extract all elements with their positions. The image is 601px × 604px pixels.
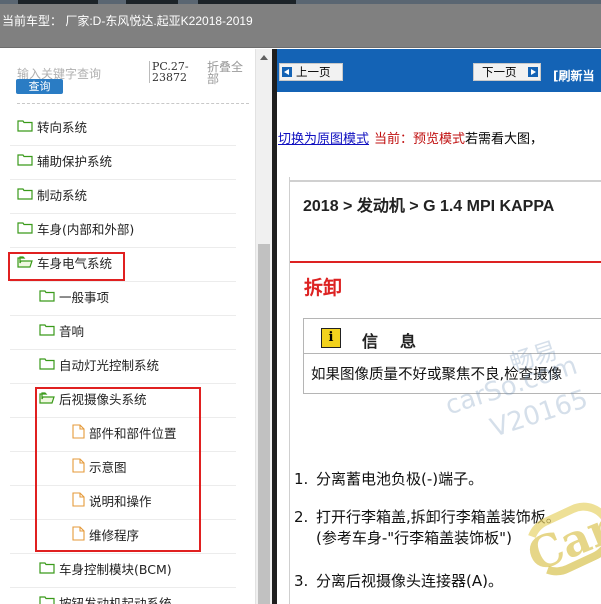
tree-row-separator (10, 553, 236, 554)
prev-page-button[interactable]: 上一页 (279, 63, 343, 81)
folder-closed-icon (39, 323, 55, 339)
tree-item-label: 按钮发动机起动系统 (59, 596, 172, 604)
current-vehicle-title: 当前车型： 厂家:D-东风悦达.起亚K22018-2019 (2, 14, 253, 28)
content-panel: 上一页 下一页 [刷新当 切换为原图模式 当前：预览模式若需看大图， 2018 >… (277, 49, 601, 604)
content-toolbar: 上一页 下一页 [刷新当 (277, 49, 601, 92)
tree-item[interactable]: 辅助保护系统 (17, 151, 112, 175)
next-page-label: 下一页 (482, 65, 517, 79)
search-divider (17, 103, 249, 104)
arrow-right-icon (528, 67, 538, 77)
arrow-left-icon (282, 67, 292, 77)
step-number: 2. (294, 508, 309, 526)
tree-item-label: 辅助保护系统 (37, 154, 113, 169)
step-number: 3. (294, 572, 309, 590)
tree-item[interactable]: 自动灯光控制系统 (39, 355, 159, 379)
tree-item[interactable]: 音响 (39, 321, 84, 345)
tree-item[interactable]: 车身(内部和外部) (17, 219, 134, 243)
next-page-button[interactable]: 下一页 (473, 63, 541, 81)
app-header: 当前车型： 厂家:D-东风悦达.起亚K22018-2019 (0, 4, 601, 48)
tree-row-separator (10, 587, 236, 588)
info-text: 如果图像质量不好或聚焦不良,检查摄像 (311, 367, 563, 383)
tree-row-separator (10, 383, 236, 384)
highlight-rear-camera (35, 387, 201, 552)
info-box-body: 如果图像质量不好或聚焦不良,检查摄像 (303, 354, 601, 394)
switch-original-mode-link[interactable]: 切换为原图模式 (278, 132, 369, 147)
tree-row-separator (10, 145, 236, 146)
folder-closed-icon (17, 153, 33, 169)
tree-row-separator (10, 281, 236, 282)
folder-closed-icon (17, 119, 33, 135)
info-icon: i (321, 328, 341, 348)
folder-closed-icon (39, 595, 55, 604)
tree-item[interactable]: 转向系统 (17, 117, 87, 141)
tree-item-label: 制动系统 (37, 188, 88, 203)
view-mode-line: 切换为原图模式 当前：预览模式若需看大图， (278, 128, 543, 147)
tree-scrollbar[interactable] (255, 49, 272, 604)
step-number: 1. (294, 470, 309, 488)
tree-item-label: 一般事项 (59, 290, 110, 305)
tree-item-label: 自动灯光控制系统 (59, 358, 160, 373)
folder-closed-icon (39, 289, 55, 305)
folder-closed-icon (39, 357, 55, 373)
step-text-continued: (参考车身-"行李箱盖装饰板") (316, 529, 512, 547)
tree-item-label: 转向系统 (37, 120, 88, 135)
tree-item[interactable]: 按钮发动机起动系统 (39, 593, 172, 604)
search-button[interactable]: 查询 (16, 79, 63, 94)
current-mode-label: 当前：预览模式 (374, 132, 466, 147)
collapse-all-button[interactable]: 折叠全部 (207, 61, 247, 85)
tree-item[interactable]: 一般事项 (39, 287, 109, 311)
tree-row-separator (10, 315, 236, 316)
pc-code-label: PC.27-23872 (149, 61, 193, 83)
tree-row-separator (10, 247, 236, 248)
step-text: 分离后视摄像头连接器(A)。 (316, 572, 503, 590)
section-title: 拆卸 (304, 277, 343, 299)
tree-item[interactable]: 车身控制模块(BCM) (39, 559, 172, 583)
highlight-body-electrical (8, 252, 125, 281)
step-1: 1. 分离蓄电池负极(-)端子。 (294, 469, 483, 490)
scroll-up-arrow-icon[interactable] (256, 51, 272, 65)
info-label: 信息 (362, 332, 439, 351)
tree-item-label: 车身控制模块(BCM) (59, 562, 172, 577)
prev-page-label: 上一页 (296, 65, 331, 79)
scrollbar-thumb[interactable] (258, 244, 270, 604)
folder-closed-icon (39, 561, 55, 577)
refresh-link[interactable]: [刷新当 (553, 67, 595, 84)
mode-hint: 若需看大图， (465, 132, 544, 147)
folder-closed-icon (17, 187, 33, 203)
tree-row-separator (10, 179, 236, 180)
folder-closed-icon (17, 221, 33, 237)
tree-row-separator (10, 349, 236, 350)
tree-row-separator (10, 213, 236, 214)
step-text: 打开行李箱盖,拆卸行李箱盖装饰板。 (316, 508, 561, 526)
tree-item-label: 车身(内部和外部) (37, 222, 135, 237)
step-text: 分离蓄电池负极(-)端子。 (316, 470, 484, 488)
section-rule (290, 261, 601, 263)
search-area: 输入关键字查询 查询 PC.27-23872 折叠全部 (0, 49, 255, 107)
tree-item-label: 音响 (59, 324, 85, 339)
tree-item[interactable]: 制动系统 (17, 185, 87, 209)
breadcrumb: 2018 > 发动机 > G 1.4 MPI KAPPA (290, 180, 601, 230)
step-2: 2. 打开行李箱盖,拆卸行李箱盖装饰板。 (参考车身-"行李箱盖装饰板") (294, 507, 561, 549)
step-3: 3. 分离后视摄像头连接器(A)。 (294, 571, 503, 592)
info-box-header: i 信息 (303, 318, 601, 354)
